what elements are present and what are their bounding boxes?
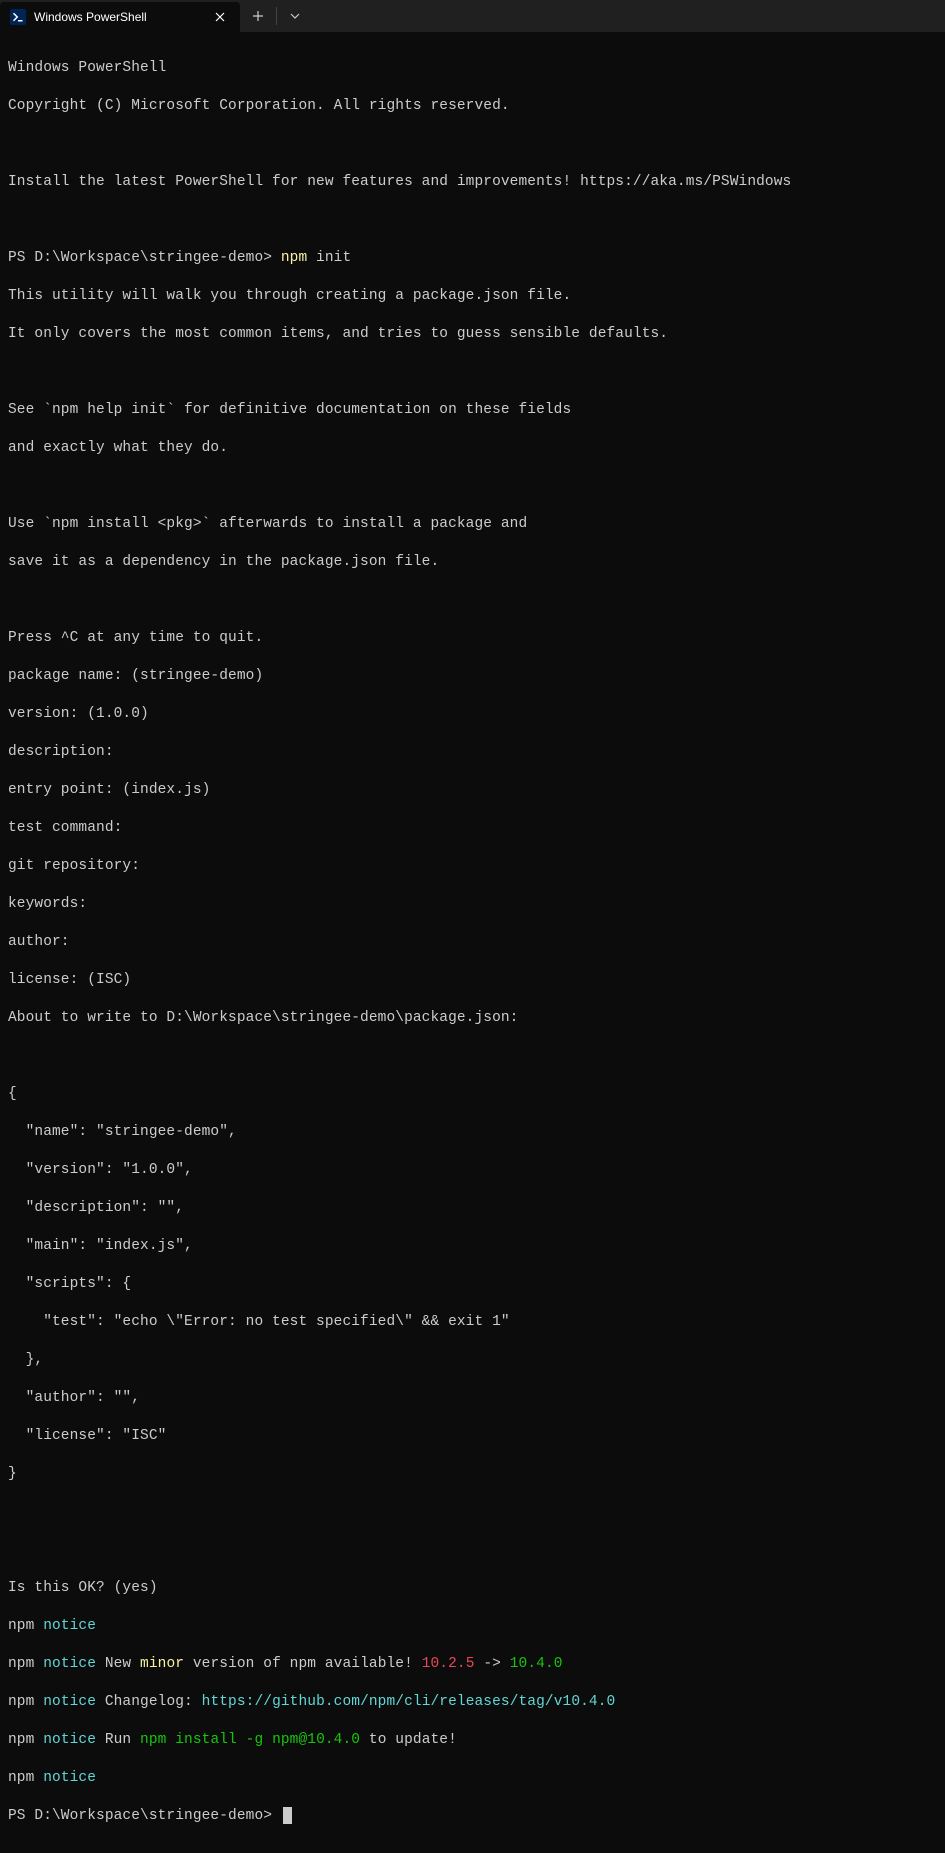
text-line: author: [8, 933, 937, 952]
notice-tag: notice [43, 1770, 96, 1786]
active-tab[interactable]: Windows PowerShell [0, 2, 240, 32]
json-line: "main": "index.js", [8, 1237, 937, 1256]
json-line: { [8, 1085, 937, 1104]
old-version: 10.2.5 [422, 1656, 475, 1672]
text-line [8, 1541, 937, 1560]
text-line: description: [8, 743, 937, 762]
prompt-line[interactable]: PS D:\Workspace\stringee-demo> [8, 1807, 937, 1826]
text: version of npm available! [184, 1656, 422, 1672]
titlebar-actions [240, 0, 313, 32]
text-line: entry point: (index.js) [8, 781, 937, 800]
close-tab-button[interactable] [208, 5, 232, 29]
text-line [8, 1503, 937, 1522]
text-line: Install the latest PowerShell for new fe… [8, 173, 937, 192]
text-line [8, 591, 937, 610]
npm-label: npm [8, 1618, 43, 1634]
npm-notice-line: npm notice Run npm install -g npm@10.4.0… [8, 1731, 937, 1750]
json-line: "test": "echo \"Error: no test specified… [8, 1313, 937, 1332]
json-line: "version": "1.0.0", [8, 1161, 937, 1180]
json-line: "name": "stringee-demo", [8, 1123, 937, 1142]
text-line: save it as a dependency in the package.j… [8, 553, 937, 572]
text-line: Use `npm install <pkg>` afterwards to in… [8, 515, 937, 534]
npm-notice-line: npm notice New minor version of npm avai… [8, 1655, 937, 1674]
text-line: and exactly what they do. [8, 439, 937, 458]
text-line: test command: [8, 819, 937, 838]
tab-title: Windows PowerShell [34, 10, 200, 24]
new-tab-button[interactable] [240, 0, 276, 32]
text-line: Windows PowerShell [8, 59, 937, 78]
text-line [8, 1047, 937, 1066]
text-line: About to write to D:\Workspace\stringee-… [8, 1009, 937, 1028]
arrow: -> [475, 1656, 510, 1672]
text-line: git repository: [8, 857, 937, 876]
tab-dropdown-button[interactable] [277, 0, 313, 32]
text-line [8, 477, 937, 496]
text-line: license: (ISC) [8, 971, 937, 990]
update-command: npm install -g npm@10.4.0 [140, 1732, 360, 1748]
json-line: "author": "", [8, 1389, 937, 1408]
notice-tag: notice [43, 1656, 96, 1672]
prompt-path: PS D:\Workspace\stringee-demo> [8, 1808, 281, 1824]
npm-notice-line: npm notice [8, 1617, 937, 1636]
text-line: package name: (stringee-demo) [8, 667, 937, 686]
titlebar: Windows PowerShell [0, 0, 945, 32]
json-line: } [8, 1465, 937, 1484]
npm-label: npm [8, 1732, 43, 1748]
npm-notice-line: npm notice Changelog: https://github.com… [8, 1693, 937, 1712]
npm-label: npm [8, 1656, 43, 1672]
minor-text: minor [140, 1656, 184, 1672]
text-line [8, 363, 937, 382]
text-line: This utility will walk you through creat… [8, 287, 937, 306]
changelog-url: https://github.com/npm/cli/releases/tag/… [202, 1694, 616, 1710]
cursor [283, 1807, 292, 1824]
new-version: 10.4.0 [510, 1656, 563, 1672]
text-line: Press ^C at any time to quit. [8, 629, 937, 648]
text-line: Is this OK? (yes) [8, 1579, 937, 1598]
json-line: }, [8, 1351, 937, 1370]
notice-tag: notice [43, 1694, 96, 1710]
npm-label: npm [8, 1770, 43, 1786]
powershell-icon [10, 9, 26, 25]
npm-notice-line: npm notice [8, 1769, 937, 1788]
command-args: init [307, 250, 351, 266]
command: npm [281, 250, 307, 266]
text: Changelog: [96, 1694, 202, 1710]
text-line: Copyright (C) Microsoft Corporation. All… [8, 97, 937, 116]
json-line: "description": "", [8, 1199, 937, 1218]
text: New [96, 1656, 140, 1672]
text-line: version: (1.0.0) [8, 705, 937, 724]
prompt-path: PS D:\Workspace\stringee-demo> [8, 250, 281, 266]
json-line: "scripts": { [8, 1275, 937, 1294]
text-line [8, 211, 937, 230]
text-line [8, 135, 937, 154]
npm-label: npm [8, 1694, 43, 1710]
text-line: See `npm help init` for definitive docum… [8, 401, 937, 420]
text: Run [96, 1732, 140, 1748]
json-line: "license": "ISC" [8, 1427, 937, 1446]
notice-tag: notice [43, 1618, 96, 1634]
prompt-line: PS D:\Workspace\stringee-demo> npm init [8, 249, 937, 268]
text: to update! [360, 1732, 457, 1748]
notice-tag: notice [43, 1732, 96, 1748]
text-line: It only covers the most common items, an… [8, 325, 937, 344]
terminal-output[interactable]: Windows PowerShell Copyright (C) Microso… [0, 32, 945, 1853]
text-line: keywords: [8, 895, 937, 914]
